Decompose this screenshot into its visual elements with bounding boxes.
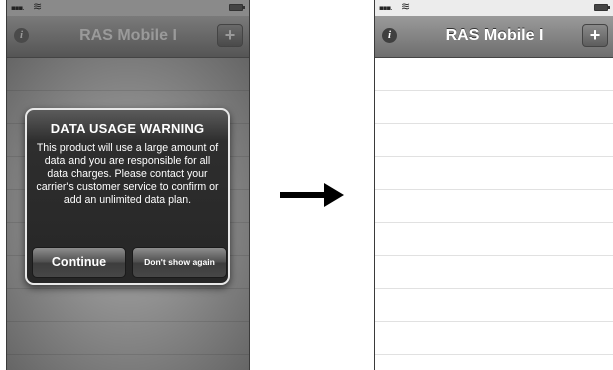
plus-icon: + (224, 25, 236, 45)
data-usage-alert: DATA USAGE WARNING This product will use… (25, 108, 230, 285)
navigation-bar: i RAS Mobile I + (7, 16, 249, 58)
empty-list[interactable] (375, 58, 613, 370)
wifi-icon: ≋ (33, 0, 43, 13)
status-bar: ▪▪▪. ≋ (375, 0, 613, 16)
app-title: RAS Mobile I (445, 27, 544, 44)
wifi-icon: ≋ (401, 0, 411, 13)
status-bar: ▪▪▪. ≋ (7, 0, 249, 16)
right-arrow-icon (280, 183, 344, 207)
add-button[interactable]: + (217, 24, 243, 47)
alert-title: DATA USAGE WARNING (50, 121, 205, 136)
battery-icon (594, 4, 610, 11)
phone-screen-with-alert: ▪▪▪. ≋ i RAS Mobile I + DATA USAGE WARNI… (6, 0, 250, 370)
phone-screen-after-dismiss: ▪▪▪. ≋ i RAS Mobile I + (374, 0, 613, 370)
comparison-figure: ▪▪▪. ≋ i RAS Mobile I + DATA USAGE WARNI… (0, 0, 613, 370)
navigation-bar: i RAS Mobile I + (375, 16, 613, 58)
plus-icon: + (589, 25, 601, 45)
app-title: RAS Mobile I (79, 27, 177, 44)
battery-icon (229, 4, 245, 11)
add-button[interactable]: + (582, 24, 608, 47)
dont-show-again-button[interactable]: Don't show again (132, 247, 227, 278)
continue-button[interactable]: Continue (32, 247, 126, 278)
signal-icon: ▪▪▪. (379, 4, 393, 12)
alert-message: This product will use a large amount of … (36, 142, 219, 206)
signal-icon: ▪▪▪. (11, 4, 25, 12)
